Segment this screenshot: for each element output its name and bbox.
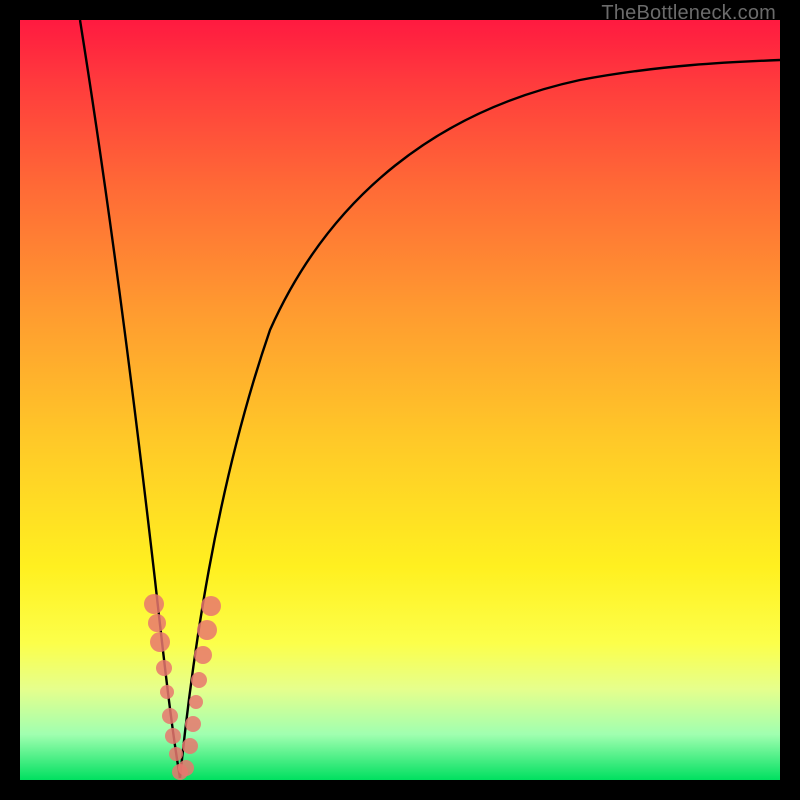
bottleneck-curve [20, 20, 780, 780]
highlight-beads [144, 594, 221, 780]
watermark-text: TheBottleneck.com [601, 2, 776, 25]
curve-right-arm [180, 60, 780, 778]
plot-area [20, 20, 780, 780]
chart-frame: TheBottleneck.com [0, 0, 800, 800]
